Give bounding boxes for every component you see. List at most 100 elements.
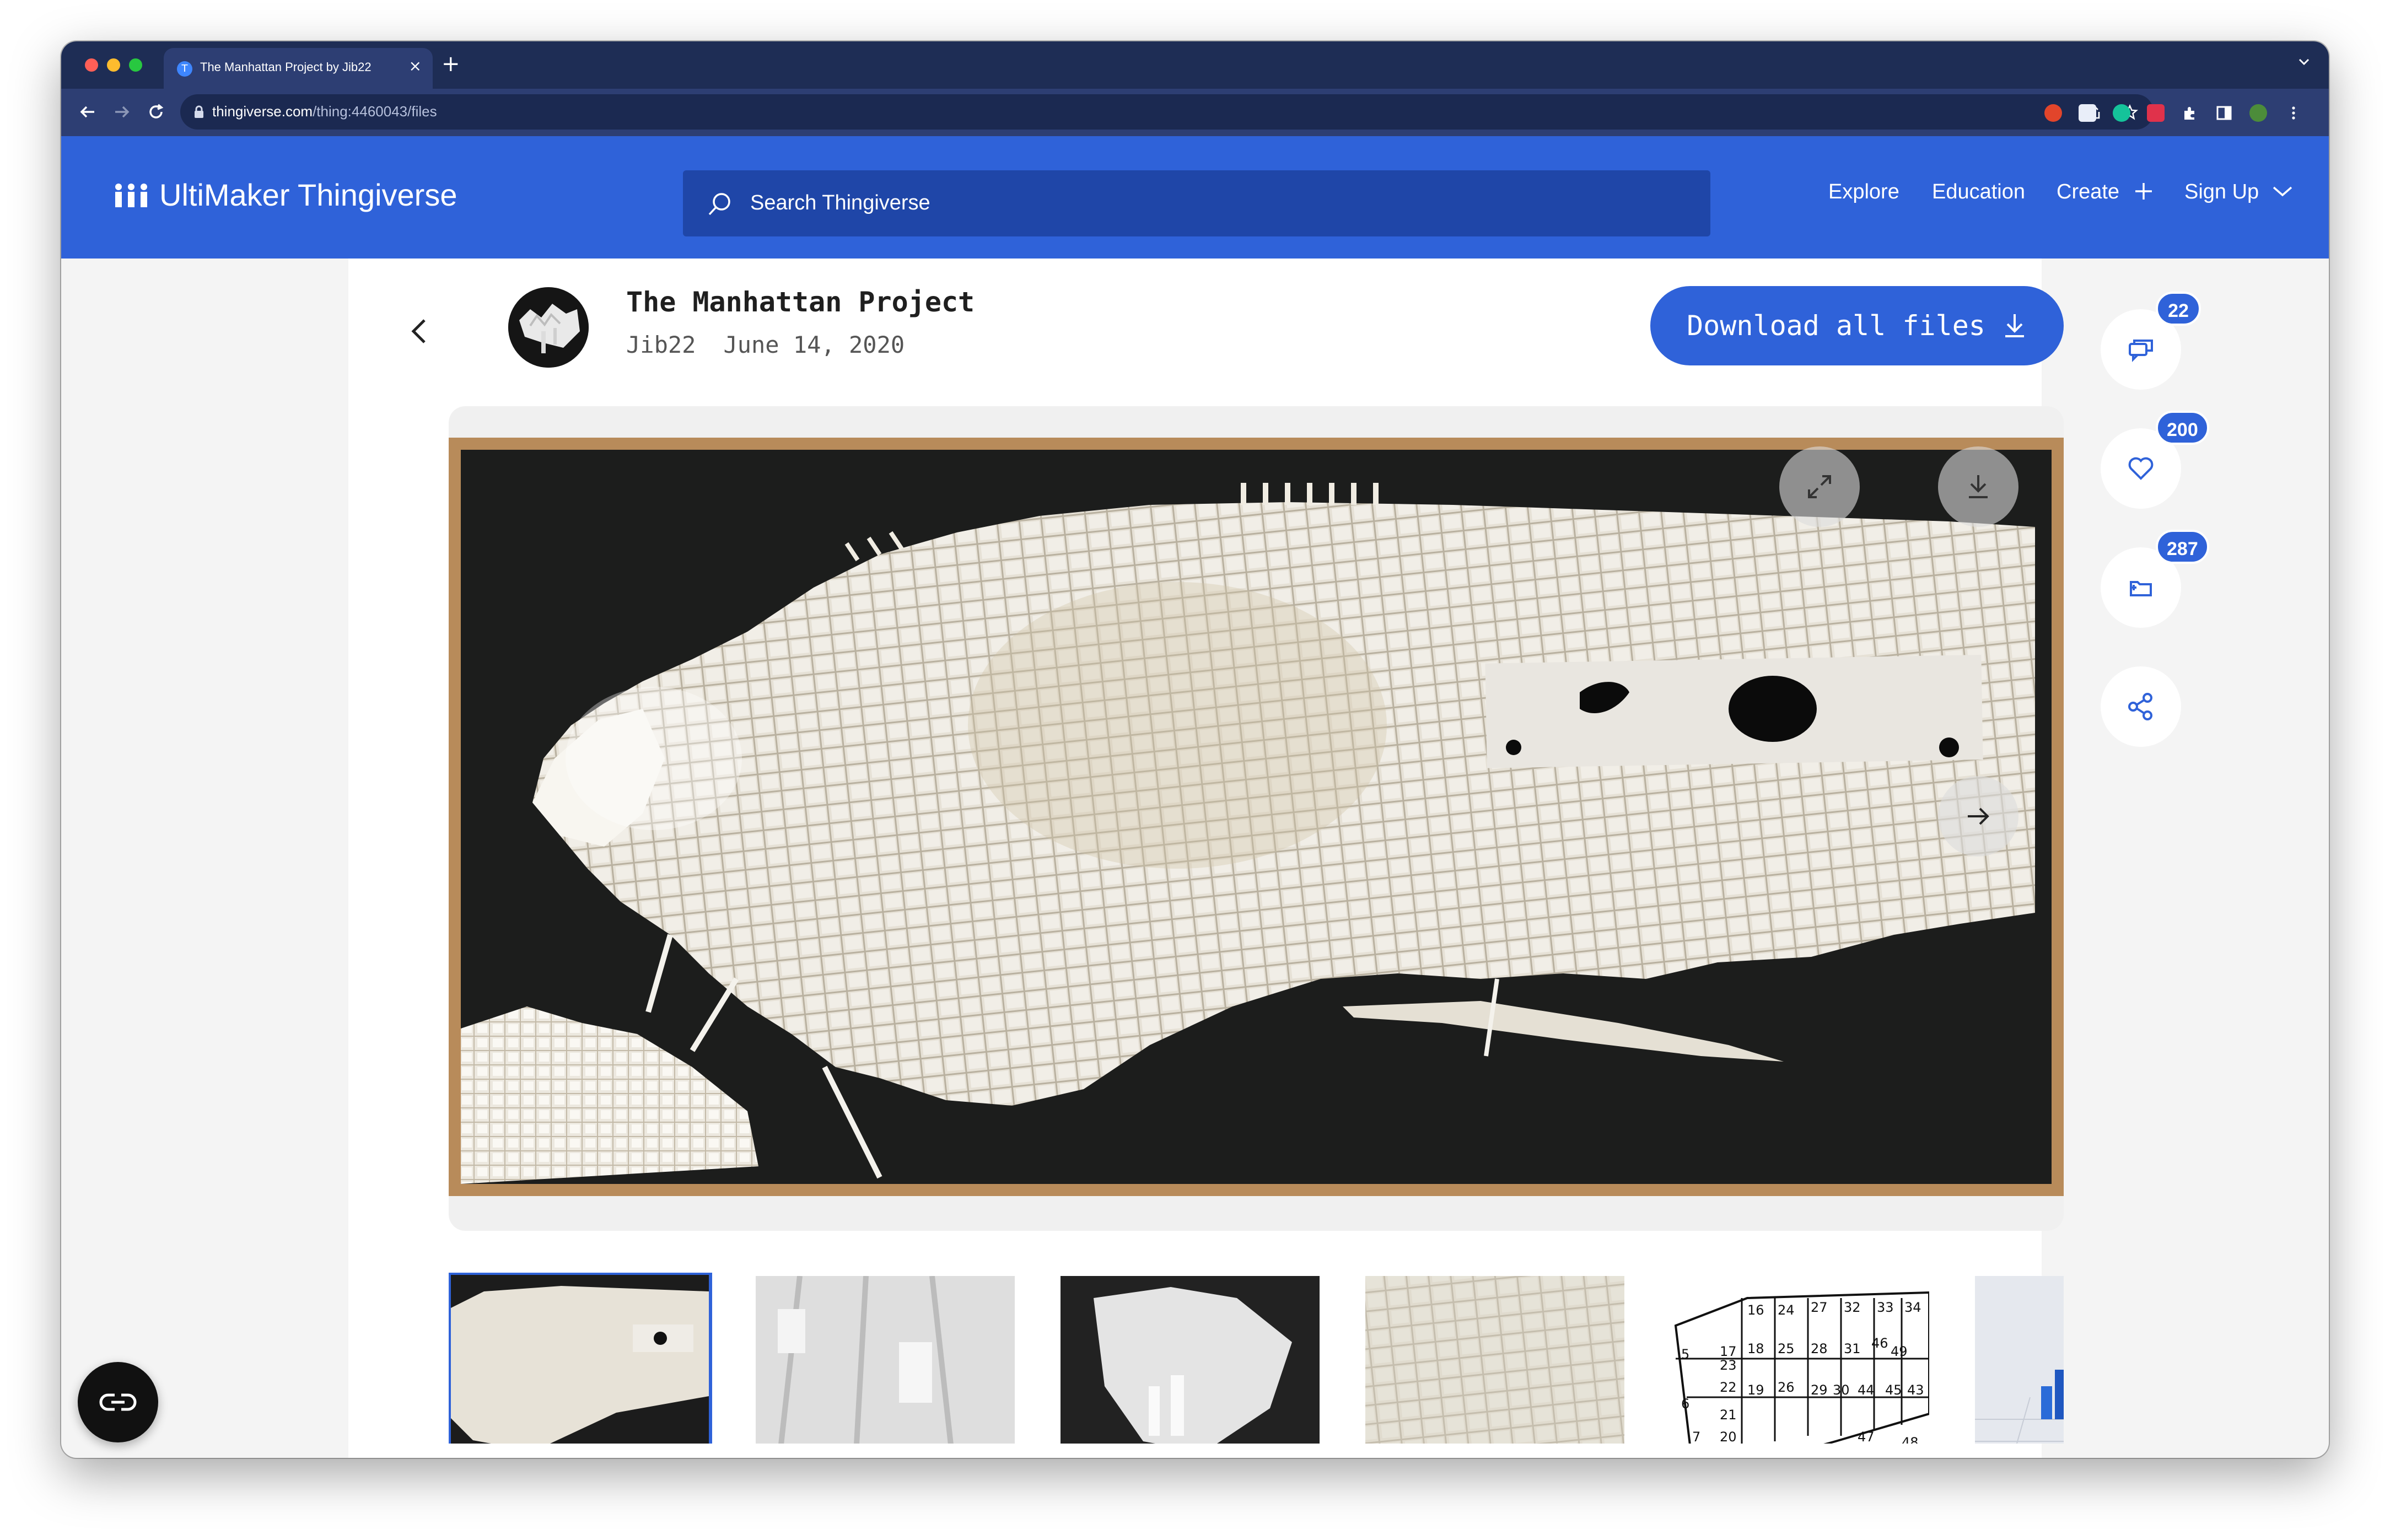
- download-icon: [1969, 475, 1988, 498]
- next-image-button[interactable]: [1938, 776, 2018, 857]
- thumbnail-4-image: [1365, 1276, 1624, 1444]
- thumbnail-3[interactable]: [1061, 1276, 1320, 1444]
- site-header: UltiMaker Thingiverse Explore Education …: [61, 136, 2329, 259]
- thumbnail-strip: 16 24 27 32 33 34 5 17 18 25 28 31 46 49 23 22 19 26 29 30 4…: [449, 1273, 2064, 1444]
- map-district-number: 34: [1904, 1300, 1921, 1315]
- share-button[interactable]: [2101, 666, 2181, 747]
- thingiverse-favicon-icon: T: [177, 61, 192, 77]
- back-arrow-icon[interactable]: [78, 102, 98, 122]
- lock-icon[interactable]: [193, 105, 204, 119]
- map-district-number: 43: [1907, 1382, 1924, 1398]
- map-district-number: 18: [1747, 1341, 1764, 1356]
- back-chevron-icon[interactable]: [403, 315, 437, 348]
- fullscreen-button[interactable]: [1779, 446, 1860, 527]
- collections-count-badge: 287: [2156, 530, 2209, 564]
- search-icon: [708, 193, 730, 216]
- thumbnail-5[interactable]: 16 24 27 32 33 34 5 17 18 25 28 31 46 49 23 22 19 26 29 30 4…: [1670, 1276, 1929, 1444]
- new-tab-button[interactable]: +: [442, 51, 460, 77]
- map-district-number: 31: [1844, 1341, 1861, 1356]
- expand-icon: [1808, 475, 1831, 498]
- tab-strip: T The Manhattan Project by Jib22 × +: [61, 41, 2329, 89]
- map-district-number: 28: [1811, 1341, 1828, 1356]
- browser-window: T The Manhattan Project by Jib22 × + thi…: [61, 41, 2329, 1458]
- map-district-number: 26: [1778, 1380, 1795, 1395]
- map-district-number: 6: [1681, 1396, 1689, 1412]
- site-logo[interactable]: UltiMaker Thingiverse: [114, 177, 457, 213]
- close-tab-icon[interactable]: ×: [409, 57, 422, 75]
- download-image-button[interactable]: [1938, 446, 2018, 527]
- ultimaker-logo-icon: [115, 183, 147, 207]
- download-icon: [2005, 314, 2024, 337]
- address-bar[interactable]: thingiverse.com/thing:4460043/files: [180, 94, 2154, 130]
- map-district-number: 27: [1811, 1300, 1828, 1315]
- extension-grammarly-icon[interactable]: [2113, 104, 2130, 122]
- author-link[interactable]: Jib22: [626, 331, 696, 358]
- nav-education[interactable]: Education: [1932, 180, 2025, 204]
- map-district-number: 45: [1885, 1382, 1902, 1398]
- extension-doc-icon[interactable]: [2079, 104, 2096, 122]
- extension-red-shield-icon[interactable]: [2044, 104, 2062, 122]
- map-district-number: 48: [1902, 1435, 1919, 1444]
- thumbnail-2-image: [756, 1276, 1015, 1444]
- map-district-number: 30: [1833, 1382, 1850, 1398]
- map-district-number: 22: [1720, 1380, 1737, 1395]
- main-photo: [461, 450, 2052, 1184]
- add-to-collection-icon: [2130, 581, 2152, 596]
- url-text: thingiverse.com/thing:4460043/files: [212, 103, 437, 120]
- arrow-right-icon: [1968, 807, 1989, 825]
- browser-tab[interactable]: T The Manhattan Project by Jib22 ×: [164, 48, 433, 89]
- main-photo-frame[interactable]: [449, 438, 2064, 1196]
- browser-menu-icon[interactable]: [2285, 104, 2302, 122]
- manhattan-model-image: [461, 450, 2052, 1184]
- map-district-number: 19: [1747, 1382, 1764, 1398]
- plus-icon: [2135, 183, 2152, 200]
- thumbnail-4[interactable]: [1365, 1276, 1624, 1444]
- nav-signup[interactable]: Sign Up: [2184, 180, 2294, 204]
- map-district-number: 23: [1720, 1358, 1737, 1373]
- share-icon: [2128, 693, 2152, 720]
- thing-meta: Jib22 June 14, 2020: [626, 331, 905, 358]
- map-district-number: 24: [1778, 1302, 1795, 1318]
- thumbnail-6-image: [1975, 1276, 2064, 1444]
- map-district-number: 21: [1720, 1407, 1737, 1423]
- map-district-number: 46: [1871, 1336, 1888, 1351]
- download-all-label: Download all files: [1687, 310, 1985, 342]
- forward-arrow-icon[interactable]: [112, 102, 132, 122]
- thumbnail-1-image: [451, 1275, 709, 1444]
- link-icon: [99, 1393, 137, 1411]
- comments-icon: [2129, 340, 2153, 362]
- chevron-down-icon[interactable]: [2296, 53, 2312, 70]
- thumbnail-1[interactable]: [449, 1273, 712, 1444]
- download-all-files-button[interactable]: Download all files: [1650, 286, 2064, 365]
- search-box[interactable]: [683, 170, 1710, 236]
- search-input[interactable]: [750, 191, 1632, 215]
- map-district-number: 47: [1858, 1429, 1875, 1444]
- thumbnail-3-image: [1061, 1276, 1320, 1444]
- nav-create[interactable]: Create: [2057, 180, 2154, 204]
- close-window-button[interactable]: [85, 58, 98, 72]
- zoom-window-button[interactable]: [129, 58, 142, 72]
- nav-create-label: Create: [2057, 180, 2120, 203]
- thumbnail-5-map-image: 16 24 27 32 33 34 5 17 18 25 28 31 4649 23 22 19 26 29 30 4…: [1670, 1276, 1929, 1444]
- map-district-number: 32: [1844, 1300, 1861, 1315]
- thumbnail-2[interactable]: [756, 1276, 1015, 1444]
- url-host: thingiverse.com: [212, 103, 313, 120]
- reload-icon[interactable]: [146, 102, 166, 122]
- map-district-number: 5: [1681, 1347, 1689, 1362]
- extensions-puzzle-icon[interactable]: [2181, 104, 2199, 122]
- thumbnail-6[interactable]: [1975, 1276, 2064, 1444]
- map-district-number: 33: [1877, 1300, 1894, 1315]
- extension-record-icon[interactable]: [2147, 104, 2165, 122]
- url-path: /thing:4460043/files: [313, 103, 437, 120]
- author-avatar[interactable]: [508, 287, 589, 368]
- tab-title: The Manhattan Project by Jib22: [200, 60, 372, 74]
- map-district-number: 29: [1811, 1382, 1828, 1398]
- comments-count-badge: 22: [2156, 292, 2201, 326]
- sidepanel-icon[interactable]: [2215, 104, 2233, 122]
- nav-explore[interactable]: Explore: [1828, 180, 1899, 204]
- map-district-number: 17: [1720, 1344, 1737, 1359]
- minimize-window-button[interactable]: [107, 58, 120, 72]
- floating-link-button[interactable]: [78, 1362, 158, 1442]
- profile-avatar[interactable]: [2249, 104, 2267, 122]
- nav-signup-label: Sign Up: [2184, 180, 2259, 203]
